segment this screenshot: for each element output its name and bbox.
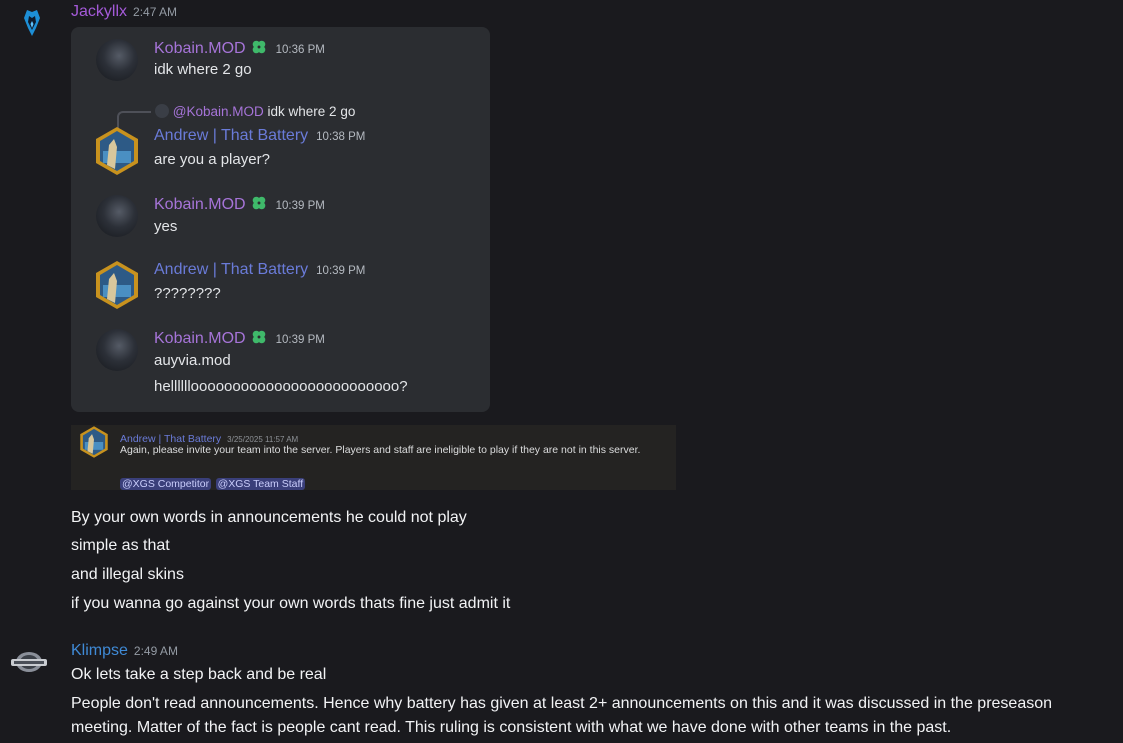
timestamp: 2:49 AM (133, 644, 178, 658)
embed-timestamp: 10:39 PM (275, 334, 325, 346)
announcement-image[interactable]: Andrew | That Battery 3/25/2025 11:57 AM … (71, 425, 676, 490)
announcement-timestamp: 3/25/2025 11:57 AM (227, 435, 299, 444)
message-header-jackyllx: Jackyllx 2:47 AM (71, 3, 177, 21)
embed-author: Kobain.MOD (154, 196, 246, 213)
embed-timestamp: 10:38 PM (316, 131, 366, 143)
avatar-kobain (96, 195, 138, 237)
avatar-andrew (96, 127, 138, 175)
announcement-text: Again, please invite your team into the … (120, 444, 641, 456)
username-klimpse[interactable]: Klimpse (71, 642, 128, 659)
avatar-kobain (96, 39, 138, 81)
message-line: if you wanna go against your own words t… (71, 595, 511, 612)
embed-message-header: Kobain.MOD 10:39 PM (154, 328, 325, 348)
blue-wings-logo-icon (24, 10, 40, 36)
embed-message-text: auyvia.mod (154, 352, 231, 369)
embed-message-text: ???????? (154, 285, 221, 302)
reply-mention: @Kobain.MOD (172, 104, 264, 119)
embed-message-header: Kobain.MOD 10:39 PM (154, 194, 325, 214)
message-line: People don't read announcements. Hence w… (71, 695, 1053, 712)
embed-author: Andrew | That Battery (154, 261, 309, 278)
embed-author: Kobain.MOD (154, 330, 246, 347)
avatar-andrew (80, 426, 108, 458)
embed-message-text: hellllllooooooooooooooooooooooooo? (154, 378, 408, 395)
message-header-klimpse: Klimpse 2:49 AM (71, 642, 178, 660)
message-line: simple as that (71, 537, 170, 554)
embedded-chat-image[interactable]: Kobain.MOD 10:36 PM idk where 2 go @Kobai… (71, 27, 490, 412)
reply-avatar (155, 104, 169, 118)
mention-role: @XGS Competitor (120, 478, 212, 490)
embed-message-text: are you a player? (154, 151, 270, 168)
embed-message-header: Andrew | That Battery 10:38 PM (154, 127, 365, 145)
avatar-andrew (96, 261, 138, 309)
embed-message-text: idk where 2 go (154, 61, 252, 78)
timestamp: 2:47 AM (133, 5, 178, 19)
embed-author: Andrew | That Battery (154, 127, 309, 144)
embed-timestamp: 10:39 PM (316, 265, 366, 277)
embed-author: Kobain.MOD (154, 40, 246, 57)
message-line: By your own words in announcements he co… (71, 509, 467, 526)
embed-message-header: Andrew | That Battery 10:39 PM (154, 261, 365, 279)
embed-message-text: yes (154, 218, 178, 235)
clover-badge-icon (252, 330, 265, 344)
embed-message-header: Kobain.MOD 10:36 PM (154, 38, 325, 58)
mention-role: @XGS Team Staff (215, 478, 306, 490)
avatar-kobain (96, 329, 138, 371)
klimpse-logo-icon (11, 652, 47, 672)
clover-badge-icon (252, 40, 265, 54)
message-line: Ok lets take a step back and be real (71, 666, 327, 683)
avatar-klimpse[interactable] (10, 649, 48, 675)
embed-timestamp: 10:39 PM (275, 200, 325, 212)
reply-text: idk where 2 go (267, 104, 356, 119)
announcement-mentions: @XGS Competitor @XGS Team Staff (120, 474, 306, 492)
avatar-jackyllx[interactable] (16, 8, 48, 40)
reply-preview: @Kobain.MOD idk where 2 go (155, 104, 355, 119)
message-line: and illegal skins (71, 566, 184, 583)
username-jackyllx[interactable]: Jackyllx (71, 3, 127, 20)
embed-timestamp: 10:36 PM (275, 44, 325, 56)
message-line: meeting. Matter of the fact is people ca… (71, 719, 952, 736)
clover-badge-icon (252, 196, 265, 210)
